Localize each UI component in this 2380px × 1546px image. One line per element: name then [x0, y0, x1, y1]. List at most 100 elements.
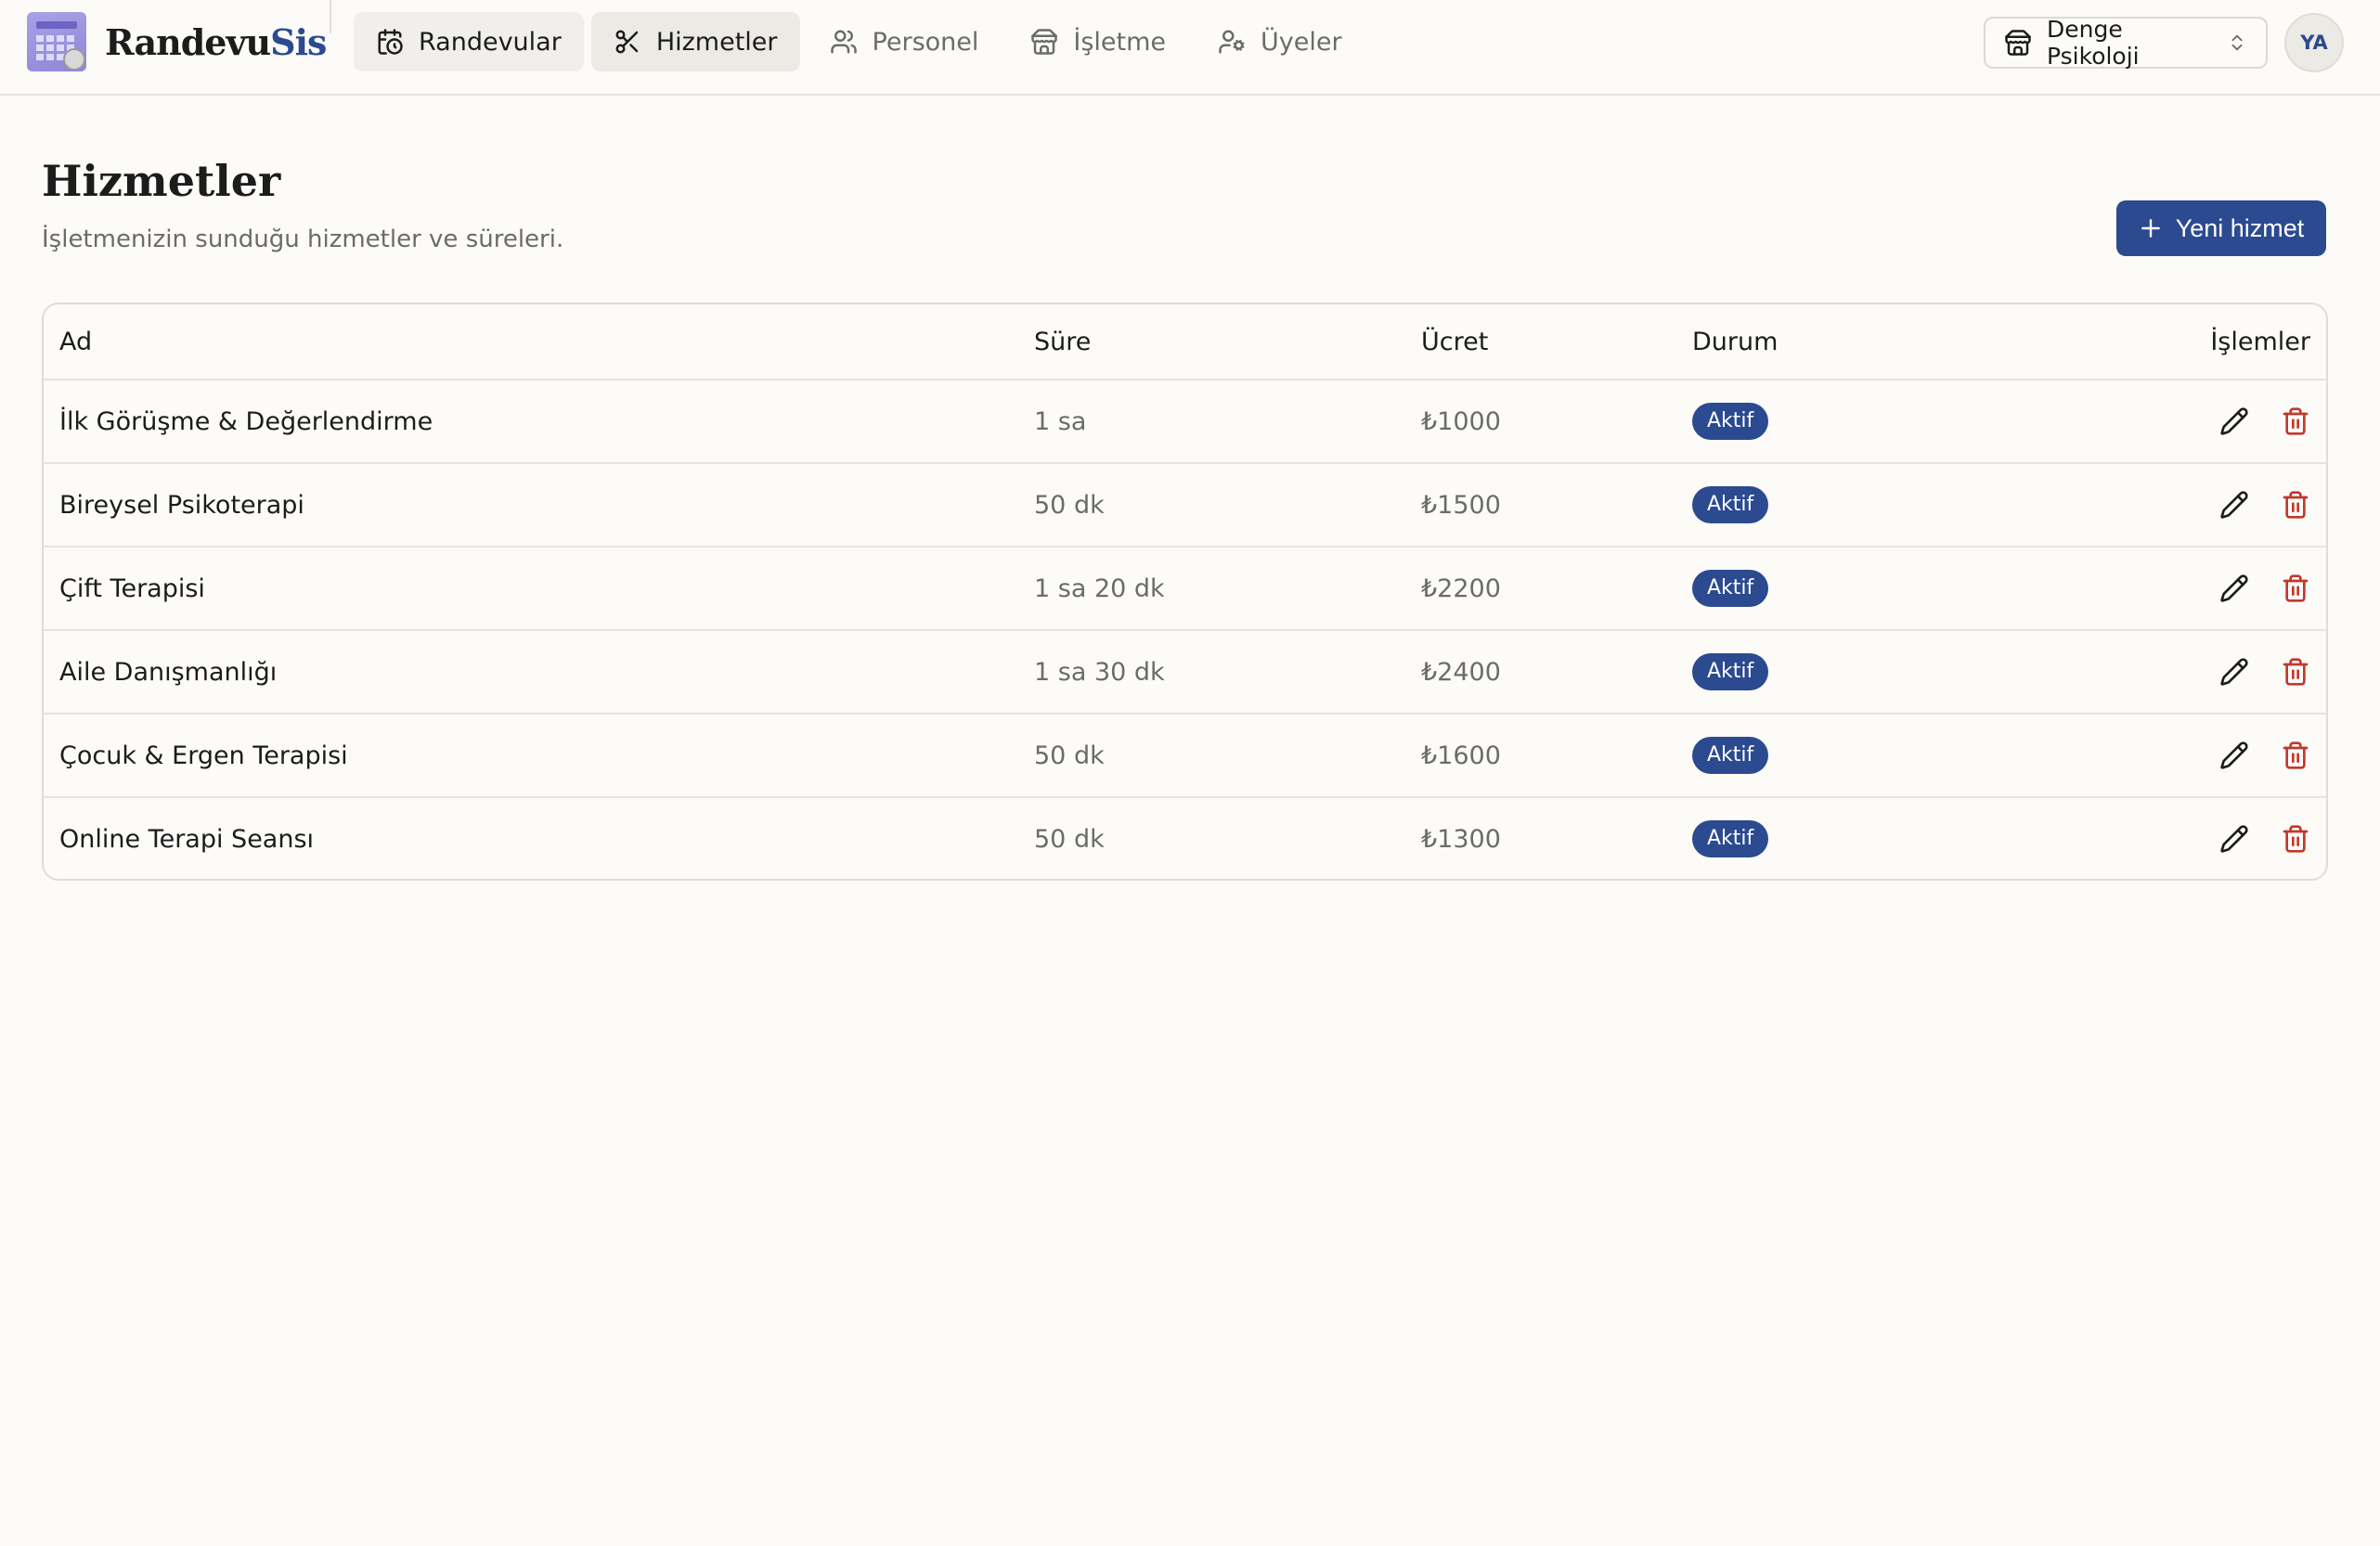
calendar-clock-icon	[378, 29, 403, 55]
status-badge: Aktif	[1692, 737, 1769, 774]
row-actions	[2219, 798, 2310, 879]
new-service-label: Yeni hizmet	[2175, 213, 2305, 242]
service-duration: 50 dk	[1034, 490, 1105, 520]
business-selector-value: Denge Psikoloji	[2047, 16, 2140, 70]
user-avatar[interactable]: YA	[2284, 13, 2344, 72]
nav-item-isletme[interactable]: İşletme	[1008, 12, 1188, 71]
table-row: Aile Danışmanlığı 1 sa 30 dk ₺2400 Aktif	[44, 631, 2326, 715]
nav-label: Hizmetler	[655, 27, 778, 57]
column-header-name: Ad	[59, 327, 93, 356]
edit-button[interactable]	[2219, 573, 2249, 603]
status-cell: Aktif	[1692, 464, 1769, 546]
trash-icon	[2283, 574, 2309, 602]
service-duration: 1 sa	[1034, 406, 1087, 436]
table-row: Bireysel Psikoterapi 50 dk ₺1500 Aktif	[44, 464, 2326, 548]
services-table: Ad Süre Ücret Durum İşlemler İlk Görüşme…	[42, 303, 2328, 881]
column-header-status: Durum	[1692, 327, 1779, 356]
service-duration: 50 dk	[1034, 824, 1105, 854]
edit-button[interactable]	[2219, 657, 2249, 687]
service-fee: ₺1300	[1421, 824, 1501, 854]
delete-button[interactable]	[2281, 406, 2310, 436]
service-fee: ₺1500	[1421, 490, 1501, 520]
service-fee: ₺1600	[1421, 741, 1501, 770]
calendar-logo-icon	[27, 12, 86, 71]
status-badge: Aktif	[1692, 653, 1769, 690]
delete-button[interactable]	[2281, 741, 2310, 770]
status-badge: Aktif	[1692, 570, 1769, 607]
brand-name-part2: Sis	[270, 20, 327, 63]
pencil-icon	[2220, 407, 2248, 435]
trash-icon	[2283, 741, 2309, 769]
brand-divider	[330, 0, 331, 33]
row-actions	[2219, 464, 2310, 546]
nav-item-randevular[interactable]: Randevular	[354, 12, 584, 71]
trash-icon	[2283, 658, 2309, 686]
delete-button[interactable]	[2281, 490, 2310, 520]
status-badge: Aktif	[1692, 403, 1769, 440]
service-fee: ₺2200	[1421, 573, 1501, 603]
status-cell: Aktif	[1692, 548, 1769, 629]
row-actions	[2219, 548, 2310, 629]
delete-button[interactable]	[2281, 657, 2310, 687]
delete-button[interactable]	[2281, 824, 2310, 854]
trash-icon	[2283, 825, 2309, 853]
edit-button[interactable]	[2219, 824, 2249, 854]
pencil-icon	[2220, 825, 2248, 853]
nav-item-hizmetler[interactable]: Hizmetler	[590, 12, 800, 71]
pencil-icon	[2220, 574, 2248, 602]
column-header-actions: İşlemler	[2210, 327, 2310, 356]
store-icon	[1031, 29, 1058, 55]
nav-label: Randevular	[419, 27, 562, 57]
service-name: Çocuk & Ergen Terapisi	[59, 741, 348, 770]
service-name: Bireysel Psikoterapi	[59, 490, 304, 520]
service-duration: 1 sa 20 dk	[1034, 573, 1165, 603]
service-fee: ₺1000	[1421, 406, 1501, 436]
service-duration: 50 dk	[1034, 741, 1105, 770]
nav-label: İşletme	[1073, 27, 1167, 57]
table-header-row: Ad Süre Ücret Durum İşlemler	[44, 304, 2326, 380]
chevrons-up-down-icon	[2231, 34, 2243, 51]
nav-item-uyeler[interactable]: Üyeler	[1196, 12, 1365, 71]
business-selector[interactable]: Denge Psikoloji	[1984, 16, 2268, 70]
user-cog-icon	[1219, 30, 1245, 54]
service-fee: ₺2400	[1421, 657, 1501, 687]
service-name: Aile Danışmanlığı	[59, 657, 278, 687]
service-name: İlk Görüşme & Değerlendirme	[59, 406, 433, 436]
row-actions	[2219, 380, 2310, 462]
table-row: İlk Görüşme & Değerlendirme 1 sa ₺1000 Akti…	[44, 380, 2326, 464]
table-row: Çift Terapisi 1 sa 20 dk ₺2200 Aktif	[44, 548, 2326, 631]
service-duration: 1 sa 30 dk	[1034, 657, 1165, 687]
trash-icon	[2283, 407, 2309, 435]
trash-icon	[2283, 491, 2309, 519]
scissors-icon	[615, 30, 639, 54]
status-badge: Aktif	[1692, 820, 1769, 857]
status-cell: Aktif	[1692, 380, 1769, 462]
user-initials: YA	[2300, 32, 2328, 54]
new-service-button[interactable]: Yeni hizmet	[2116, 200, 2326, 256]
page-title: Hizmetler	[42, 156, 281, 206]
service-name: Online Terapi Seansı	[59, 824, 315, 854]
main-nav: Randevular Hizmetler Personel İşletme Üy…	[354, 12, 1365, 71]
status-cell: Aktif	[1692, 798, 1769, 879]
nav-label: Üyeler	[1261, 27, 1342, 57]
edit-button[interactable]	[2219, 490, 2249, 520]
status-cell: Aktif	[1692, 631, 1769, 713]
row-actions	[2219, 715, 2310, 796]
column-header-fee: Ücret	[1421, 327, 1489, 356]
top-navigation-bar: RandevuSis Randevular Hizmetler Personel…	[0, 0, 2380, 96]
pencil-icon	[2220, 491, 2248, 519]
nav-item-personel[interactable]: Personel	[808, 12, 1002, 71]
pencil-icon	[2220, 741, 2248, 769]
brand[interactable]: RandevuSis	[27, 12, 327, 71]
row-actions	[2219, 631, 2310, 713]
delete-button[interactable]	[2281, 573, 2310, 603]
brand-name: RandevuSis	[105, 20, 327, 63]
edit-button[interactable]	[2219, 406, 2249, 436]
status-cell: Aktif	[1692, 715, 1769, 796]
brand-name-part1: Randevu	[105, 20, 271, 63]
edit-button[interactable]	[2219, 741, 2249, 770]
plus-icon	[2141, 219, 2160, 238]
table-row: Online Terapi Seansı 50 dk ₺1300 Aktif	[44, 798, 2326, 879]
store-icon	[2005, 30, 2031, 56]
users-icon	[830, 30, 857, 54]
